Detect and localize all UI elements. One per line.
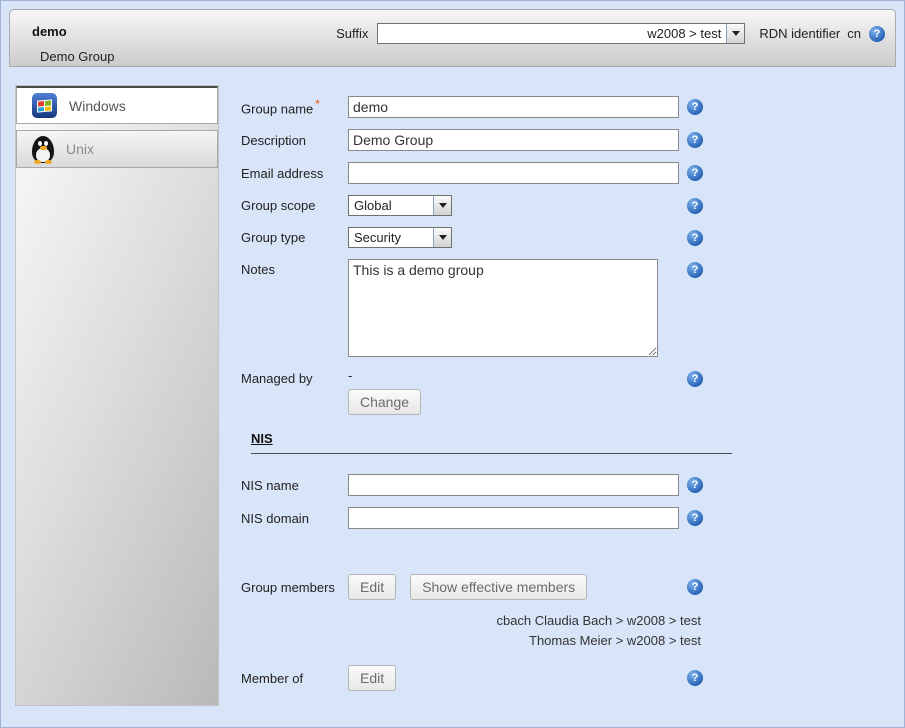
nis-section-header: NIS (251, 431, 732, 454)
managed-by-value: - (348, 368, 679, 383)
member-of-edit-button[interactable]: Edit (348, 665, 396, 691)
nis-section-title: NIS (251, 431, 273, 446)
managed-by-label: Managed by (241, 368, 348, 386)
help-icon[interactable]: ? (687, 230, 703, 246)
page-subtitle: Demo Group (40, 49, 114, 64)
group-name-row: Group name* ? (241, 96, 703, 118)
show-effective-members-button[interactable]: Show effective members (410, 574, 587, 600)
group-name-input[interactable] (348, 96, 679, 118)
description-input[interactable] (348, 129, 679, 151)
help-icon[interactable]: ? (687, 371, 703, 387)
group-form: Group name* ? Description ? Email addres… (241, 96, 703, 702)
group-type-select[interactable]: Security (348, 227, 452, 248)
tab-unix[interactable]: Unix (16, 130, 218, 168)
managed-by-change-row: Change (241, 389, 703, 415)
rdn-identifier-value: cn (847, 26, 861, 41)
module-sidebar: Windows Unix (15, 85, 219, 706)
description-row: Description ? (241, 129, 703, 151)
group-members-edit-button[interactable]: Edit (348, 574, 396, 600)
tab-windows-label: Windows (69, 98, 126, 114)
email-label: Email address (241, 166, 348, 181)
rdn-identifier-label: RDN identifier (759, 26, 840, 41)
group-members-row: Group members Edit Show effective member… (241, 574, 703, 600)
help-icon[interactable]: ? (687, 99, 703, 115)
list-item: Thomas Meier > w2008 > test (241, 631, 703, 651)
help-icon[interactable]: ? (687, 262, 703, 278)
member-of-label: Member of (241, 671, 348, 686)
dropdown-arrow-icon[interactable] (726, 24, 744, 43)
list-item: cbach Claudia Bach > w2008 > test (241, 611, 703, 631)
windows-icon (32, 93, 57, 118)
description-label: Description (241, 133, 348, 148)
help-icon[interactable]: ? (687, 477, 703, 493)
help-icon[interactable]: ? (869, 26, 885, 42)
dropdown-arrow-icon[interactable] (433, 196, 451, 215)
suffix-select-value: w2008 > test (378, 26, 726, 41)
notes-row: Notes This is a demo group ? (241, 259, 703, 357)
notes-label: Notes (241, 259, 348, 277)
tab-windows[interactable]: Windows (16, 86, 218, 124)
tab-unix-label: Unix (66, 141, 94, 157)
nis-name-input[interactable] (348, 474, 679, 496)
page-title: demo (32, 24, 67, 39)
group-edit-page: demo Demo Group Suffix w2008 > test RDN … (0, 0, 905, 728)
page-header: demo Demo Group Suffix w2008 > test RDN … (9, 9, 896, 67)
nis-name-label: NIS name (241, 478, 348, 493)
group-type-row: Group type Security ? (241, 227, 703, 248)
change-button[interactable]: Change (348, 389, 421, 415)
notes-textarea[interactable]: This is a demo group (348, 259, 658, 357)
help-icon[interactable]: ? (687, 670, 703, 686)
help-icon[interactable]: ? (687, 198, 703, 214)
help-icon[interactable]: ? (687, 579, 703, 595)
member-of-row: Member of Edit ? (241, 665, 703, 691)
email-row: Email address ? (241, 162, 703, 184)
dropdown-arrow-icon[interactable] (433, 228, 451, 247)
nis-domain-row: NIS domain ? (241, 507, 703, 529)
help-icon[interactable]: ? (687, 132, 703, 148)
suffix-label: Suffix (336, 26, 368, 41)
group-members-label: Group members (241, 580, 348, 595)
group-scope-select[interactable]: Global (348, 195, 452, 216)
help-icon[interactable]: ? (687, 165, 703, 181)
suffix-select[interactable]: w2008 > test (377, 23, 745, 44)
help-icon[interactable]: ? (687, 510, 703, 526)
group-name-label: Group name* (241, 97, 348, 116)
suffix-row: Suffix w2008 > test RDN identifier cn ? (336, 23, 885, 44)
group-scope-row: Group scope Global ? (241, 195, 703, 216)
required-marker: * (315, 97, 320, 111)
nis-domain-input[interactable] (348, 507, 679, 529)
nis-domain-label: NIS domain (241, 511, 348, 526)
unix-tux-icon (32, 136, 54, 163)
managed-by-row: Managed by - ? (241, 368, 703, 387)
email-input[interactable] (348, 162, 679, 184)
group-scope-label: Group scope (241, 198, 348, 213)
group-type-label: Group type (241, 230, 348, 245)
group-scope-value: Global (349, 198, 433, 213)
group-type-value: Security (349, 230, 433, 245)
nis-name-row: NIS name ? (241, 474, 703, 496)
group-member-list: cbach Claudia Bach > w2008 > test Thomas… (241, 611, 703, 651)
